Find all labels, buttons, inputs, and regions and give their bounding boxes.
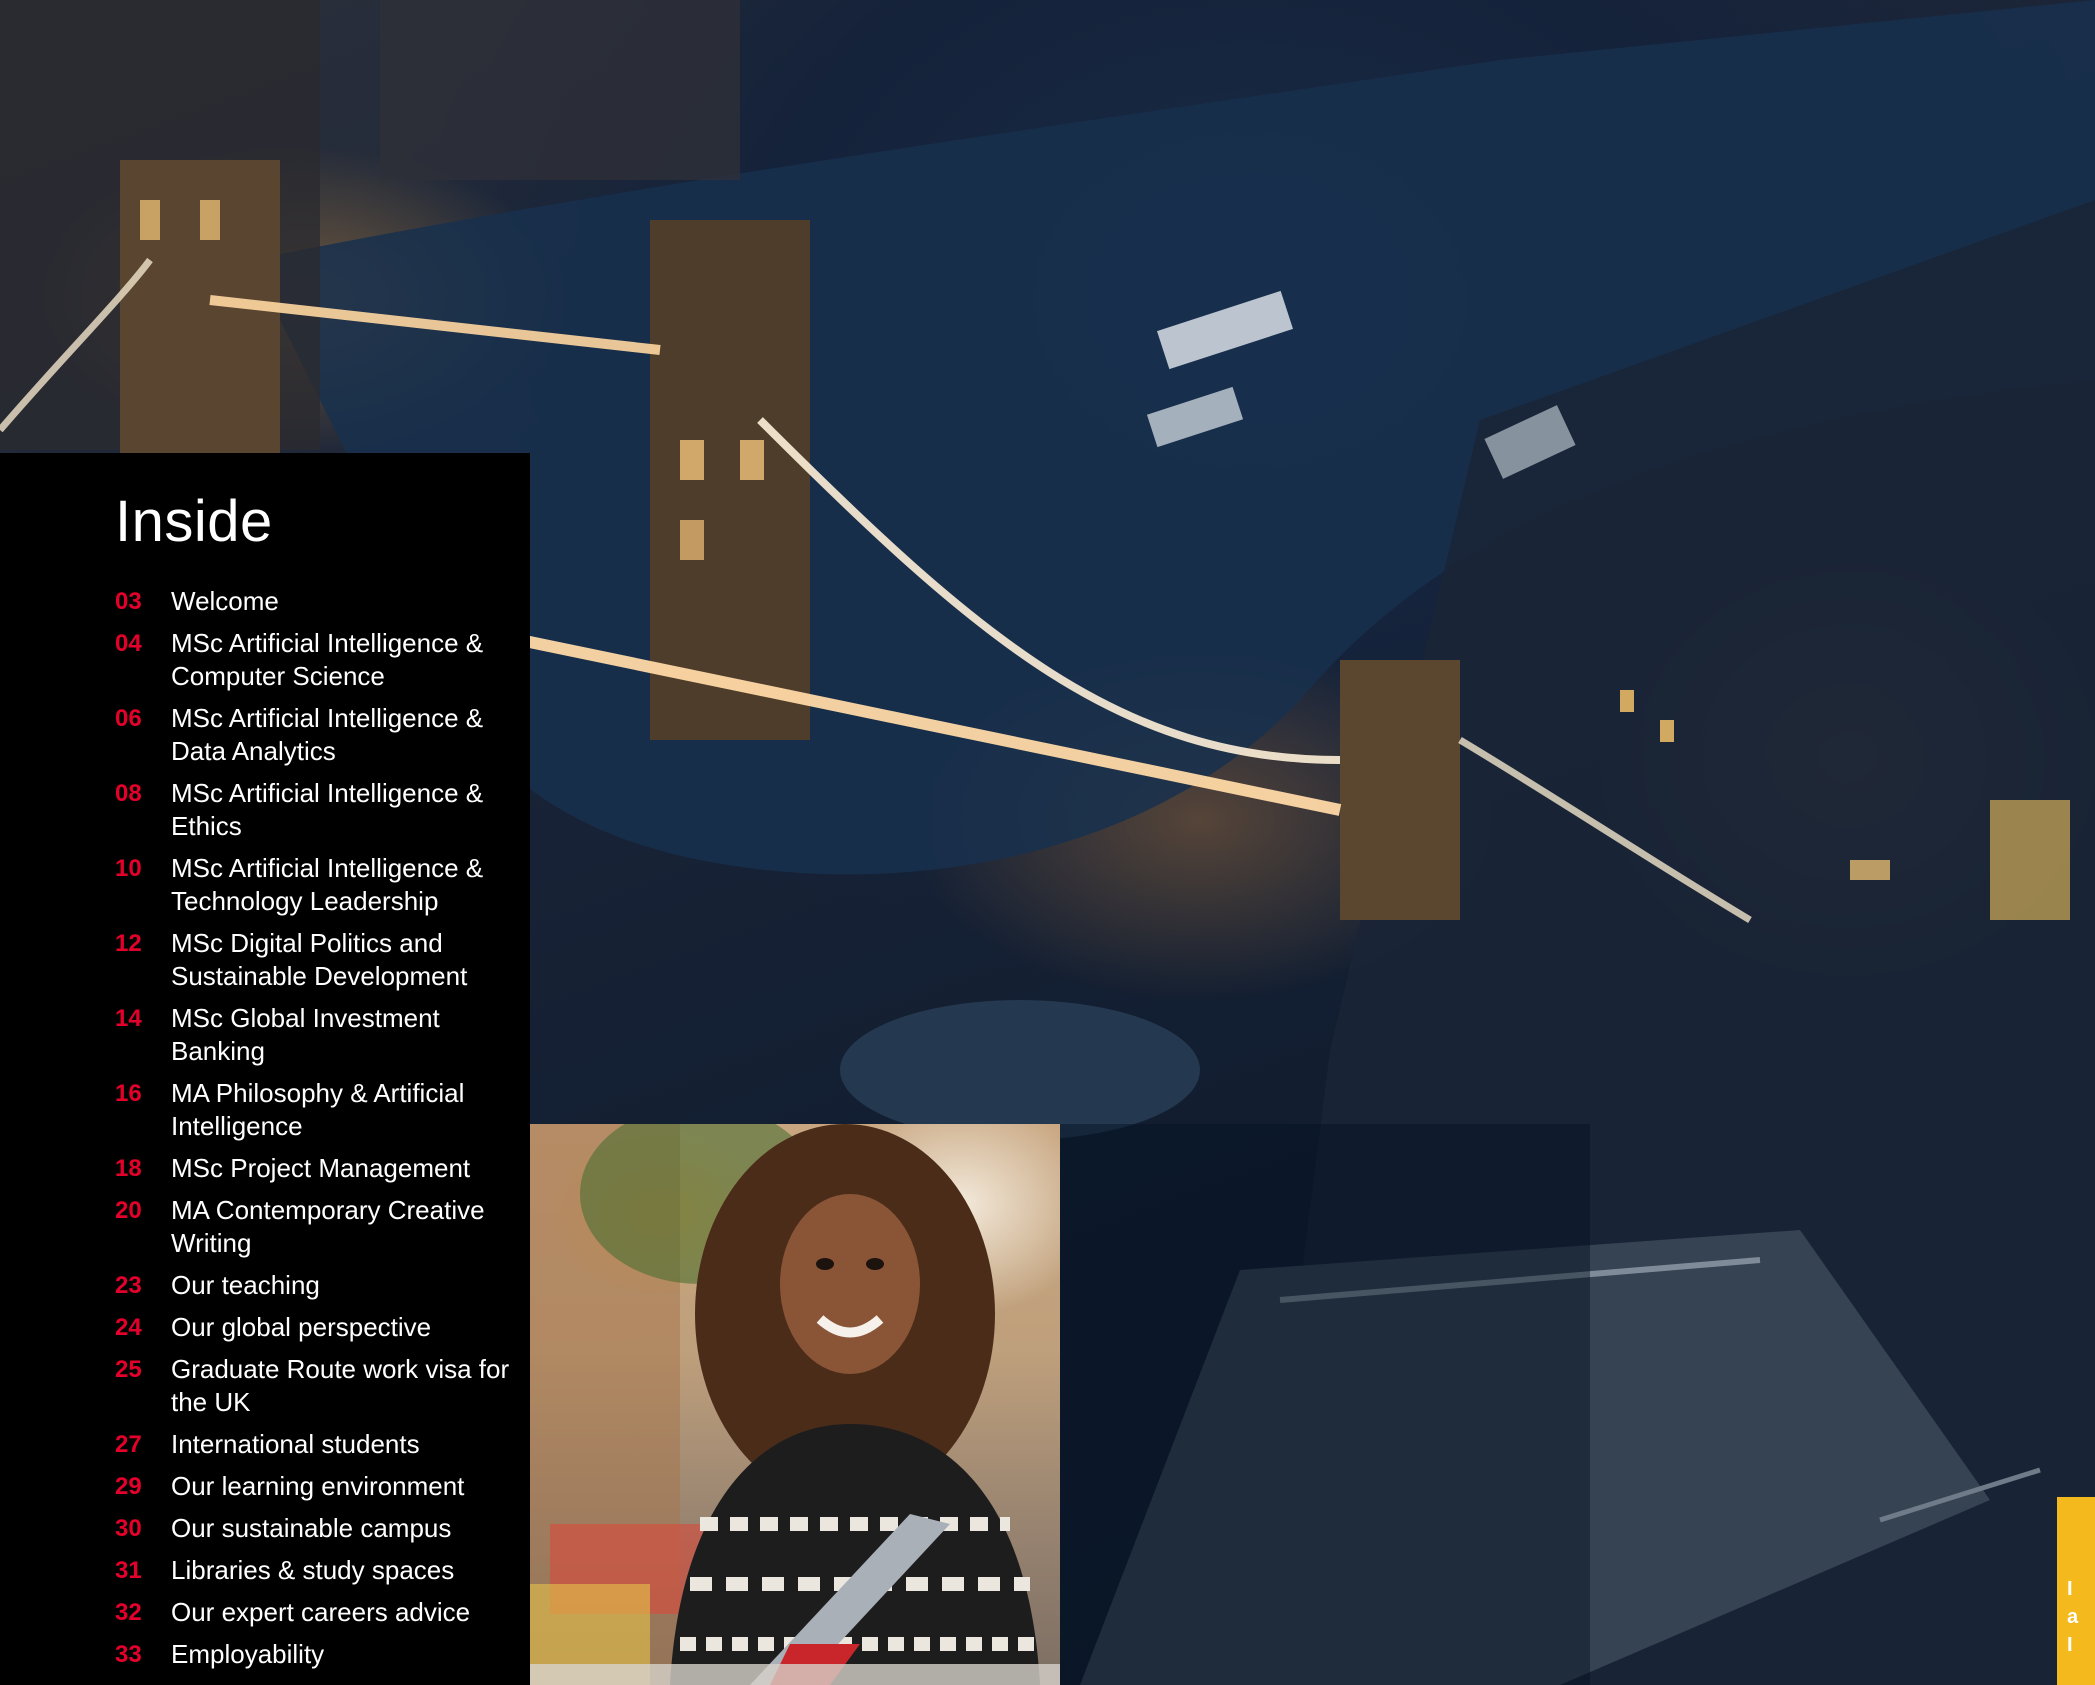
page-number: 18 [115, 1155, 142, 1182]
section-title: MSc Global Investment Banking [171, 1003, 440, 1066]
contents-item[interactable]: 10 MSc Artificial Intelligence & Technolo… [115, 852, 525, 918]
contents-item[interactable]: 32 Our expert careers advice [115, 1596, 525, 1629]
contents-item[interactable]: 04 MSc Artificial Intelligence & Computer… [115, 627, 525, 693]
overlay-block [1060, 1124, 1590, 1685]
contents-item[interactable]: 18 MSc Project Management [115, 1152, 525, 1185]
contents-item[interactable]: 23 Our teaching [115, 1269, 525, 1302]
section-title: Our learning environment [171, 1471, 465, 1501]
page-number: 31 [115, 1557, 142, 1584]
contents-item[interactable]: 24 Our global perspective [115, 1311, 525, 1344]
page-number: 25 [115, 1356, 142, 1383]
section-title: Our teaching [171, 1270, 320, 1300]
contents-list: 03 Welcome 04 MSc Artificial Intelligence … [115, 585, 525, 1680]
yellow-tab: I a I [2057, 1497, 2095, 1685]
contents-panel: Inside 03 Welcome 04 MSc Artificial Intell… [0, 453, 530, 1685]
section-title: Graduate Route work visa for the UK [171, 1354, 510, 1417]
section-title: International students [171, 1429, 420, 1459]
page-number: 33 [115, 1641, 142, 1668]
section-title: Our global perspective [171, 1312, 432, 1342]
section-title: MSc Digital Politics and Sustainable Dev… [171, 928, 468, 991]
section-title: MSc Artificial Intelligence & Computer S… [171, 628, 484, 691]
page-number: 32 [115, 1599, 142, 1626]
contents-item[interactable]: 33 Employability [115, 1638, 525, 1671]
brochure-page: Inside 03 Welcome 04 MSc Artificial Intell… [0, 0, 2095, 1685]
section-title: MSc Artificial Intelligence & Data Analy… [171, 703, 484, 766]
contents-title: Inside [115, 489, 273, 554]
page-number: 10 [115, 855, 142, 882]
contents-item[interactable]: 30 Our sustainable campus [115, 1512, 525, 1545]
student-portrait-illustration [530, 1124, 1060, 1685]
contents-item[interactable]: 16 MA Philosophy & Artificial Intelligenc… [115, 1077, 525, 1143]
section-title: Our expert careers advice [171, 1597, 471, 1627]
contents-item[interactable]: 25 Graduate Route work visa for the UK [115, 1353, 525, 1419]
page-number: 27 [115, 1431, 142, 1458]
contents-item[interactable]: 27 International students [115, 1428, 525, 1461]
section-title: MA Philosophy & Artificial Intelligence [171, 1078, 465, 1141]
page-number: 03 [115, 588, 142, 615]
page-number: 23 [115, 1272, 142, 1299]
page-number: 04 [115, 630, 142, 657]
page-number: 29 [115, 1473, 142, 1500]
contents-item[interactable]: 03 Welcome [115, 585, 525, 618]
section-title: Employability [171, 1639, 325, 1669]
section-title: Libraries & study spaces [171, 1555, 455, 1585]
section-title: Our sustainable campus [171, 1513, 452, 1543]
page-number: 16 [115, 1080, 142, 1107]
contents-item[interactable]: 29 Our learning environment [115, 1470, 525, 1503]
page-number: 06 [115, 705, 142, 732]
contents-item[interactable]: 06 MSc Artificial Intelligence & Data Ana… [115, 702, 525, 768]
section-title: MSc Artificial Intelligence & Ethics [171, 778, 484, 841]
page-number: 08 [115, 780, 142, 807]
section-title: Welcome [171, 586, 279, 616]
contents-item[interactable]: 14 MSc Global Investment Banking [115, 1002, 525, 1068]
contents-item[interactable]: 31 Libraries & study spaces [115, 1554, 525, 1587]
page-number: 20 [115, 1197, 142, 1224]
contents-item[interactable]: 12 MSc Digital Politics and Sustainable D… [115, 927, 525, 993]
yellow-tab-text: I a I [2067, 1578, 2079, 1656]
student-photo [530, 1124, 1060, 1685]
section-title: MA Contemporary Creative Writing [171, 1195, 485, 1258]
page-number: 30 [115, 1515, 142, 1542]
page-number: 24 [115, 1314, 142, 1341]
page-number: 14 [115, 1005, 142, 1032]
contents-item[interactable]: 08 MSc Artificial Intelligence & Ethics [115, 777, 525, 843]
section-title: MSc Project Management [171, 1153, 471, 1183]
section-title: MSc Artificial Intelligence & Technology… [171, 853, 484, 916]
contents-item[interactable]: 20 MA Contemporary Creative Writing [115, 1194, 525, 1260]
page-number: 12 [115, 930, 142, 957]
